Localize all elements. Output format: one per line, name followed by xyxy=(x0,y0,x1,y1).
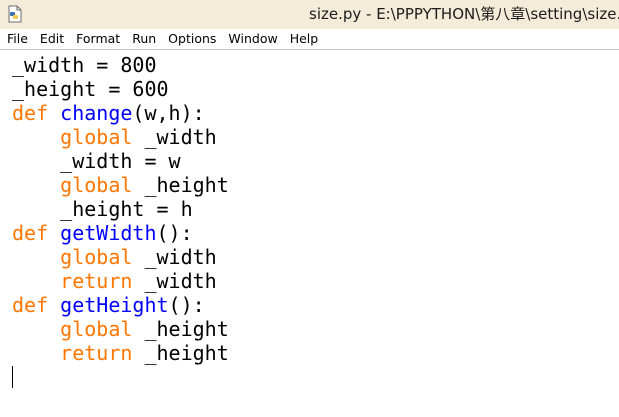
code-token: _width xyxy=(132,125,217,149)
code-token: global xyxy=(60,317,133,341)
code-token: global xyxy=(60,173,133,197)
menu-format[interactable]: Format xyxy=(70,29,126,49)
menu-help[interactable]: Help xyxy=(284,29,325,49)
python-file-icon xyxy=(7,5,23,23)
menu-bar: File Edit Format Run Options Window Help xyxy=(0,29,619,49)
code-token: return xyxy=(60,341,133,365)
code-token: (): xyxy=(156,221,193,245)
code-token: (w,h): xyxy=(132,101,205,125)
code-token: def xyxy=(12,101,49,125)
code-token: return xyxy=(60,269,133,293)
code-token: getHeight xyxy=(60,293,169,317)
code-token: change xyxy=(60,101,133,125)
code-line: return _width xyxy=(12,269,229,293)
menu-file[interactable]: File xyxy=(0,29,34,49)
menu-edit[interactable]: Edit xyxy=(34,29,70,49)
code-editor[interactable]: _width = 800 _height = 600 def change(w,h)… xyxy=(0,49,619,417)
code-token: _height = h xyxy=(12,197,193,221)
code-token: _height xyxy=(132,173,229,197)
code-token: _height = 600 xyxy=(12,77,169,101)
idle-editor-window: size.py - E:\PPPYTHON\第八章\setting\size.p… xyxy=(0,0,619,417)
text-caret xyxy=(12,366,13,388)
code-line: global _width xyxy=(12,245,229,269)
menu-window[interactable]: Window xyxy=(222,29,283,49)
title-bar[interactable]: size.py - E:\PPPYTHON\第八章\setting\size.p xyxy=(0,0,619,29)
code-token: _width xyxy=(132,269,217,293)
code-line: def getWidth(): xyxy=(12,221,229,245)
window-title: size.py - E:\PPPYTHON\第八章\setting\size.p xyxy=(309,5,619,23)
code-token: _width = w xyxy=(12,149,181,173)
code-token: getWidth xyxy=(60,221,157,245)
code-line: return _height xyxy=(12,341,229,365)
code-token: _width xyxy=(132,245,217,269)
code-token: _height xyxy=(132,341,229,365)
code-token: _height xyxy=(132,317,229,341)
menu-options[interactable]: Options xyxy=(162,29,222,49)
code-token: global xyxy=(60,125,133,149)
code-token: (): xyxy=(168,293,205,317)
code-token: def xyxy=(12,221,49,245)
code-line: global _height xyxy=(12,173,229,197)
code-line: global _height xyxy=(12,317,229,341)
code-line: def getHeight(): xyxy=(12,293,229,317)
code-line: _width = w xyxy=(12,149,229,173)
code-line: def change(w,h): xyxy=(12,101,229,125)
code-line: _height = 600 xyxy=(12,77,229,101)
menu-run[interactable]: Run xyxy=(126,29,162,49)
code-line: _height = h xyxy=(12,197,229,221)
code-token: def xyxy=(12,293,49,317)
code-line: _width = 800 xyxy=(12,53,229,77)
code-token: global xyxy=(60,245,133,269)
code-token: _width = 800 xyxy=(12,53,157,77)
code-line: global _width xyxy=(12,125,229,149)
code-text[interactable]: _width = 800 _height = 600 def change(w,h)… xyxy=(12,53,229,365)
